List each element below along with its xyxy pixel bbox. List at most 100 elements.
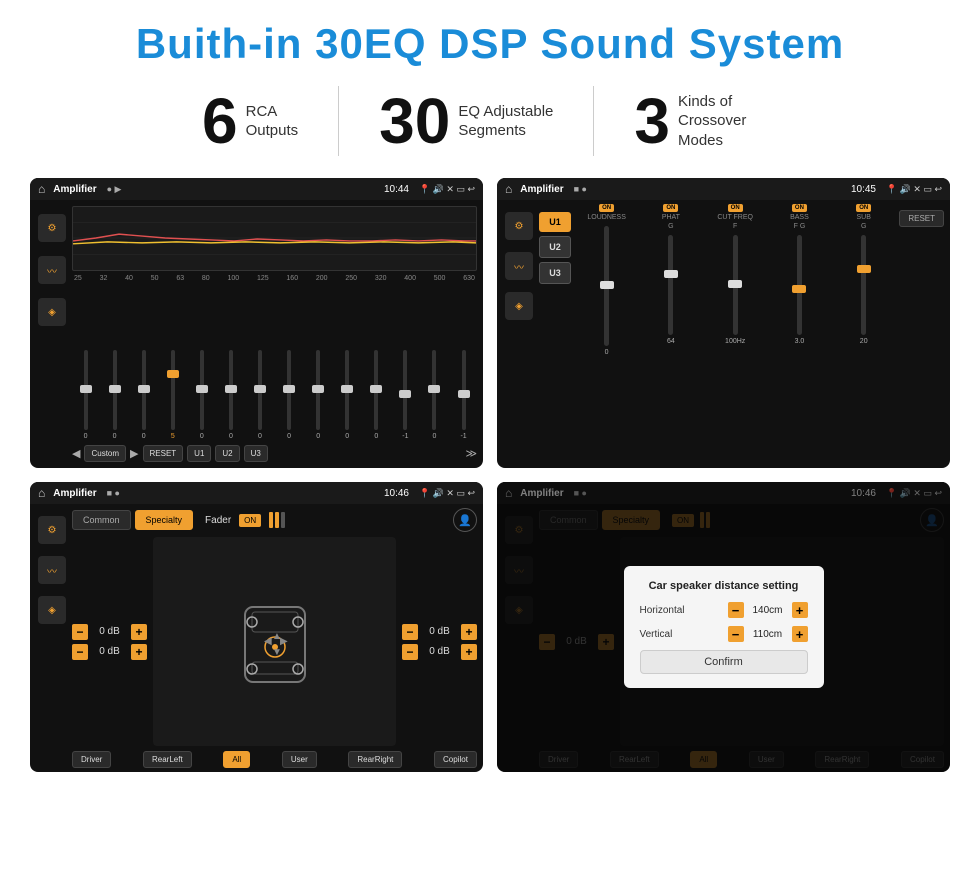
btn-user[interactable]: User (282, 751, 317, 768)
amp-content: ⚙ 〰 ◈ U1 U2 U3 ON LOUDNESS (497, 200, 950, 468)
ch-on-cutfreq[interactable]: ON (728, 204, 743, 212)
eq-slider-7: 0 (276, 350, 303, 440)
fader-sidebar-btn-3[interactable]: ◈ (38, 596, 66, 624)
page-wrapper: Buith-in 30EQ DSP Sound System 6 RCA Out… (0, 0, 980, 792)
fader-sidebar-btn-1[interactable]: ⚙ (38, 516, 66, 544)
screen-dialog: ⌂ Amplifier ■ ● 10:46 📍 🔊 ✕ ▭ ↩ ⚙ 〰 ◈ Co… (497, 482, 950, 772)
eq-slider-3: 5 (159, 350, 186, 440)
vol-plus-tl[interactable]: + (131, 624, 147, 640)
amp-sidebar: ⚙ 〰 ◈ (503, 204, 535, 464)
ch-label-cutfreq: CUT FREQ (717, 214, 753, 221)
vol-minus-bl[interactable]: − (72, 644, 88, 660)
btn-driver[interactable]: Driver (72, 751, 111, 768)
amp-preset-u3[interactable]: U3 (539, 262, 571, 284)
preset-custom[interactable]: Custom (84, 445, 126, 462)
stat-eq: 30 EQ Adjustable Segments (339, 89, 593, 153)
vol-minus-br[interactable]: − (402, 644, 418, 660)
ch-on-phat[interactable]: ON (663, 204, 678, 212)
ch-sub: ON SUB G 20 (833, 204, 894, 464)
amp-preset-u2[interactable]: U2 (539, 236, 571, 258)
screen-eq: ⌂ Amplifier ● ▶ 10:44 📍 🔊 ✕ ▭ ↩ ⚙ 〰 ◈ (30, 178, 483, 468)
dialog-box: Car speaker distance setting Horizontal … (624, 566, 824, 688)
tab-common[interactable]: Common (72, 510, 131, 530)
preset-u2[interactable]: U2 (215, 445, 239, 462)
reset-btn-amp[interactable]: RESET (899, 210, 944, 227)
amp-presets: U1 U2 U3 (539, 204, 571, 464)
dialog-plus-horizontal[interactable]: + (792, 602, 808, 618)
ch-on-bass[interactable]: ON (792, 204, 807, 212)
home-icon-2[interactable]: ⌂ (505, 182, 512, 196)
vol-minus-tr[interactable]: − (402, 624, 418, 640)
dialog-row-vertical: Vertical − 110cm + (640, 626, 808, 642)
dialog-val-horizontal: 140cm (748, 605, 788, 616)
btn-copilot[interactable]: Copilot (434, 751, 477, 768)
dialog-plus-vertical[interactable]: + (792, 626, 808, 642)
home-icon-1[interactable]: ⌂ (38, 182, 45, 196)
btn-rearleft[interactable]: RearLeft (143, 751, 192, 768)
preset-reset[interactable]: RESET (143, 445, 184, 462)
vol-row-tr: − 0 dB + (402, 624, 477, 640)
fader-sidebar-btn-2[interactable]: 〰 (38, 556, 66, 584)
btn-all[interactable]: All (223, 751, 250, 768)
eq-slider-8: 0 (305, 350, 332, 440)
eq-slider-5: 0 (217, 350, 244, 440)
vol-val-tl: 0 dB (92, 626, 127, 637)
fader-content: ⚙ 〰 ◈ Common Specialty Fader ON (30, 504, 483, 772)
speaker-layout: ◀ ▶ ▲ ▼ (153, 537, 396, 746)
svg-text:▲: ▲ (272, 631, 282, 642)
stat-label-rca: RCA Outputs (246, 102, 299, 141)
reset-row: RESET (899, 208, 944, 464)
eq-sidebar-btn-3[interactable]: ◈ (38, 298, 66, 326)
time-1: 10:44 (384, 184, 409, 195)
ch-on-sub[interactable]: ON (856, 204, 871, 212)
vol-plus-tr[interactable]: + (461, 624, 477, 640)
time-3: 10:46 (384, 488, 409, 499)
next-btn[interactable]: ▶ (130, 447, 138, 460)
bottom-btns: Driver RearLeft All User RearRight Copil… (72, 751, 477, 768)
tab-specialty[interactable]: Specialty (135, 510, 194, 530)
stat-crossover: 3 Kinds of Crossover Modes (594, 89, 818, 153)
dots-1: ● ▶ (107, 184, 122, 195)
status-bar-1: ⌂ Amplifier ● ▶ 10:44 📍 🔊 ✕ ▭ ↩ (30, 178, 483, 200)
amp-sidebar-btn-1[interactable]: ⚙ (505, 212, 533, 240)
eq-slider-6: 0 (246, 350, 273, 440)
amp-sidebar-btn-2[interactable]: 〰 (505, 252, 533, 280)
stat-label-eq: EQ Adjustable Segments (458, 102, 553, 141)
eq-slider-9: 0 (334, 350, 361, 440)
vol-row-br: − 0 dB + (402, 644, 477, 660)
expand-btn[interactable]: ≫ (465, 447, 477, 460)
vol-row-bl: − 0 dB + (72, 644, 147, 660)
amp-main: U1 U2 U3 ON LOUDNESS 0 (539, 204, 944, 464)
ch-bass: ON BASS F G 3.0 (769, 204, 830, 464)
preset-u3[interactable]: U3 (244, 445, 268, 462)
screens-grid: ⌂ Amplifier ● ▶ 10:44 📍 🔊 ✕ ▭ ↩ ⚙ 〰 ◈ (30, 178, 950, 772)
btn-rearright[interactable]: RearRight (348, 751, 402, 768)
ch-label-bass: BASS (790, 214, 809, 221)
eq-slider-2: 0 (130, 350, 157, 440)
vol-plus-bl[interactable]: + (131, 644, 147, 660)
eq-sidebar-btn-1[interactable]: ⚙ (38, 214, 66, 242)
home-icon-3[interactable]: ⌂ (38, 486, 45, 500)
user-icon[interactable]: 👤 (453, 508, 477, 532)
stat-label-crossover: Kinds of Crossover Modes (678, 92, 778, 151)
svg-text:◀: ◀ (264, 636, 272, 647)
dialog-minus-vertical[interactable]: − (728, 626, 744, 642)
app-title-1: Amplifier (53, 184, 96, 195)
fader-label-group: Fader ON (205, 512, 285, 528)
preset-u1[interactable]: U1 (187, 445, 211, 462)
amp-preset-u1[interactable]: U1 (539, 212, 571, 232)
confirm-button[interactable]: Confirm (640, 650, 808, 674)
status-icons-3: 📍 🔊 ✕ ▭ ↩ (419, 488, 475, 499)
dialog-minus-horizontal[interactable]: − (728, 602, 744, 618)
status-bar-3: ⌂ Amplifier ■ ● 10:46 📍 🔊 ✕ ▭ ↩ (30, 482, 483, 504)
fader-on-badge[interactable]: ON (239, 514, 261, 527)
amp-sidebar-btn-3[interactable]: ◈ (505, 292, 533, 320)
eq-slider-0: 0 (72, 350, 99, 440)
dialog-stepper-horizontal: − 140cm + (728, 602, 808, 618)
vol-minus-tl[interactable]: − (72, 624, 88, 640)
eq-sidebar-btn-2[interactable]: 〰 (38, 256, 66, 284)
vol-plus-br[interactable]: + (461, 644, 477, 660)
prev-btn[interactable]: ◀ (72, 447, 80, 460)
dots-2: ■ ● (574, 184, 587, 194)
ch-on-loudness[interactable]: ON (599, 204, 614, 212)
